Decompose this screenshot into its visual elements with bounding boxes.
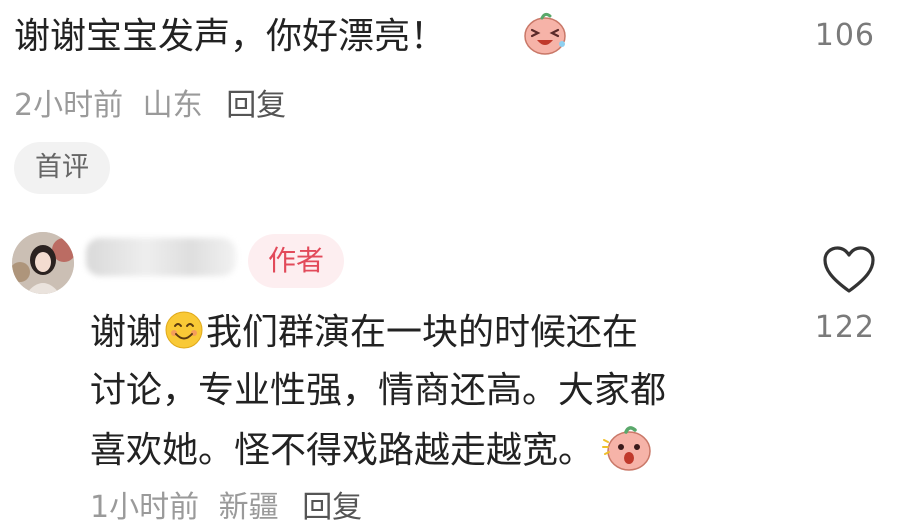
heart-icon[interactable] (821, 244, 877, 296)
timestamp: 2小时前 (14, 88, 124, 123)
first-review-tag: 首评 (14, 142, 110, 194)
avatar[interactable] (12, 232, 74, 294)
comment-line: 喜欢她。怪不得戏路越走越宽。 (90, 420, 790, 478)
location: 新疆 (218, 490, 279, 524)
reply-button[interactable]: 回复 (226, 88, 286, 123)
comment-meta: 2小时前 山东 回复 (14, 80, 286, 124)
laughing-blob-emoji-icon (524, 12, 566, 55)
timestamp: 1小时前 (90, 490, 200, 524)
like-count: 106 (814, 18, 875, 53)
comment-text-segment: 喜欢她。怪不得戏路越走越宽。 (90, 430, 595, 471)
like-count: 122 (814, 310, 875, 345)
location: 山东 (142, 88, 203, 123)
author-badge: 作者 (248, 234, 344, 288)
blurred-username[interactable] (86, 238, 236, 276)
comment-line: 谢谢 我们群演在一块的时候还在 (90, 304, 790, 362)
comment-thread: 谢谢宝宝发声，你好漂亮！ 106 2小时前 山东 回复 首评 作者 122 谢谢… (0, 0, 921, 524)
avatar-image (12, 232, 74, 294)
comment-meta: 1小时前 新疆 回复 (90, 482, 362, 524)
comment-line: 讨论，专业性强，情商还高。大家都 (90, 370, 667, 411)
comment-text: 谢谢 我们群演在一块的时候还在 讨论，专业性强，情商还高。大家都 喜欢她。怪不得… (90, 304, 790, 478)
comment-text-segment: 我们群演在一块的时候还在 (206, 312, 639, 353)
reply-button[interactable]: 回复 (302, 490, 362, 524)
comment-text-segment: 谢谢 (90, 312, 163, 353)
smiling-face-icon (165, 311, 203, 349)
comment-text: 谢谢宝宝发声，你好漂亮！ (14, 16, 447, 57)
surprised-blob-icon (602, 426, 651, 471)
